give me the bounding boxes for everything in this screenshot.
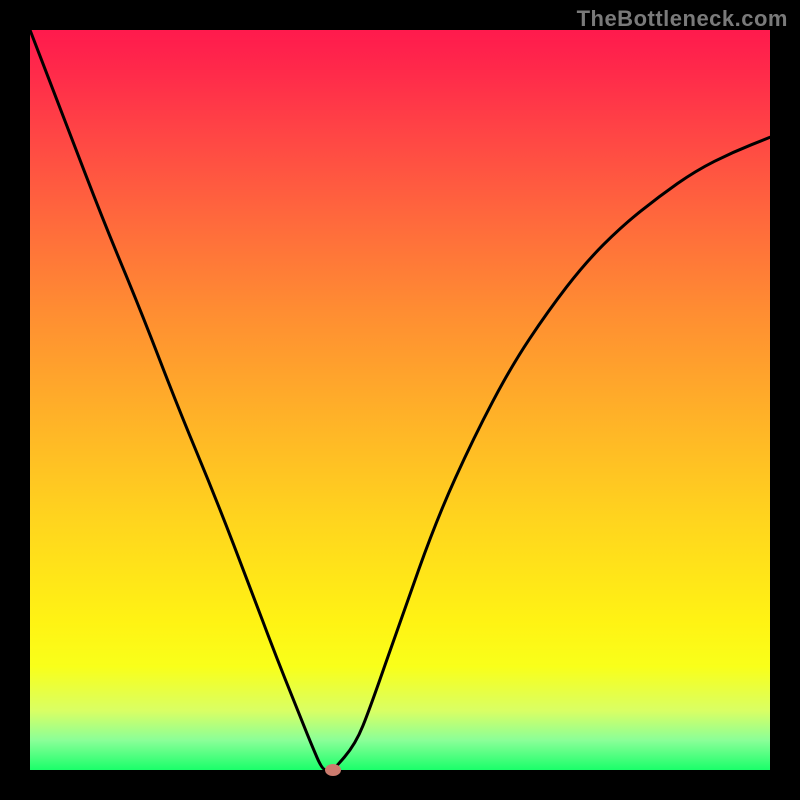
chart-frame: TheBottleneck.com	[0, 0, 800, 800]
watermark-label: TheBottleneck.com	[577, 6, 788, 32]
plot-area	[30, 30, 770, 770]
minimum-marker	[325, 764, 341, 776]
bottleneck-curve	[30, 30, 770, 770]
